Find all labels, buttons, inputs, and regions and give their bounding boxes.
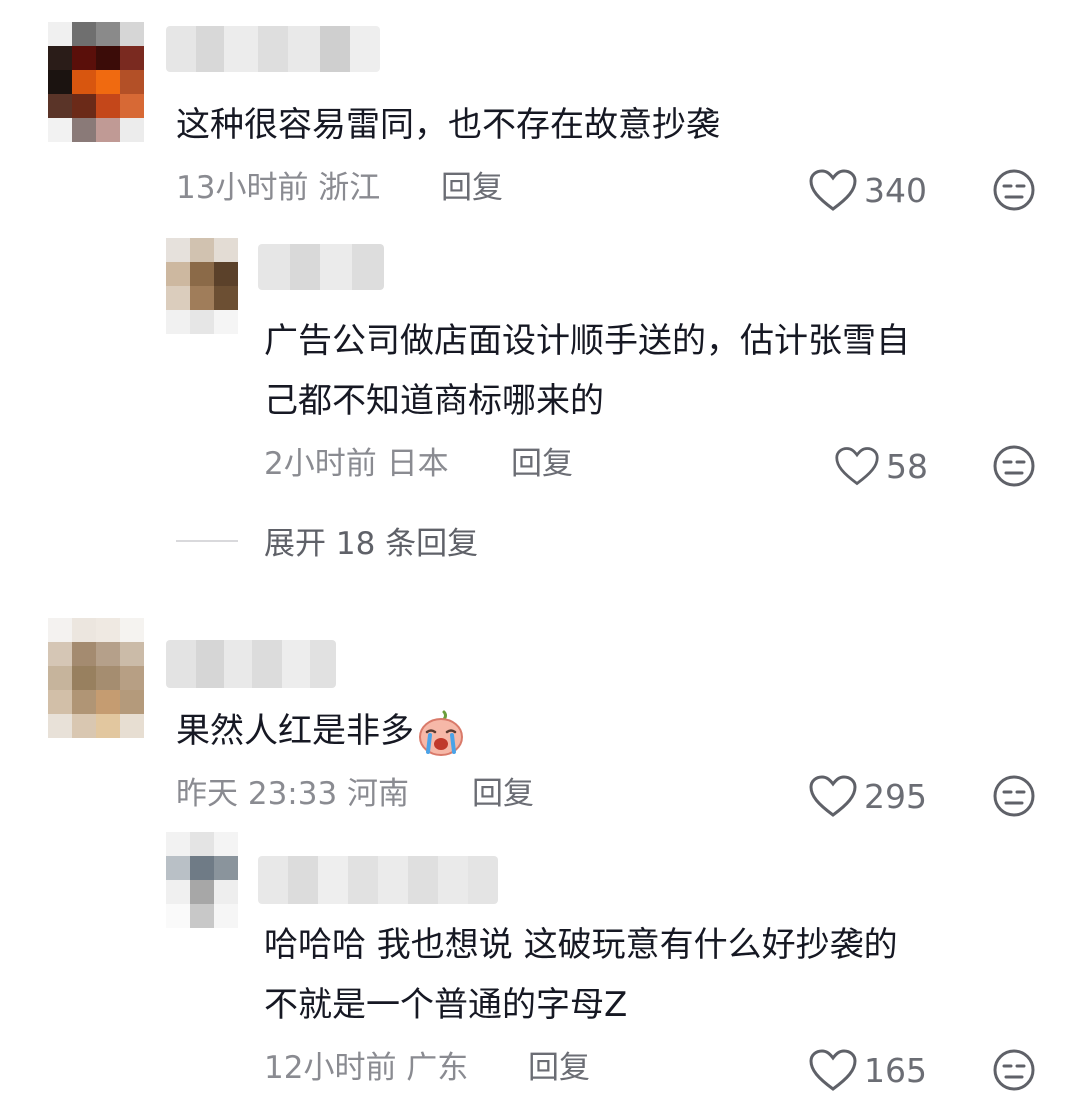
dislike-face-icon[interactable]	[992, 444, 1036, 488]
reply-text-line2: 己都不知道商标哪来的	[264, 381, 604, 421]
reply-username-blurred[interactable]	[258, 856, 498, 904]
divider	[176, 539, 238, 542]
username-blurred[interactable]	[166, 26, 380, 72]
heart-icon	[809, 169, 857, 211]
reply-button[interactable]: 回复	[472, 774, 534, 814]
expand-replies-label: 展开 18 条回复	[264, 526, 479, 562]
comment-meta: 昨天 23:33 河南	[176, 776, 410, 812]
avatar[interactable]	[48, 618, 144, 738]
reply-button[interactable]: 回复	[528, 1048, 590, 1088]
reply-meta: 2小时前 日本	[264, 446, 449, 482]
comment-text: 果然人红是非多	[176, 700, 466, 762]
comment-text: 这种很容易雷同，也不存在故意抄袭	[176, 105, 720, 145]
comment-text-content: 果然人红是非多	[176, 711, 414, 751]
like-count: 340	[864, 170, 927, 210]
reply-text-line2: 不就是一个普通的字母Z	[264, 985, 628, 1025]
heart-icon	[835, 447, 879, 486]
crying-emoji-icon	[419, 710, 463, 756]
username-blurred[interactable]	[166, 640, 336, 688]
dislike-face-icon[interactable]	[992, 168, 1036, 212]
avatar[interactable]	[48, 22, 144, 142]
reply-meta: 12小时前 广东	[264, 1050, 469, 1086]
like-button[interactable]: 340	[808, 168, 927, 212]
like-count: 58	[886, 446, 928, 486]
reply-username-blurred[interactable]	[258, 244, 384, 290]
heart-icon	[809, 1049, 857, 1091]
comment-meta: 13小时前 浙江	[176, 170, 381, 206]
reply-text-line1: 哈哈哈 我也想说 这破玩意有什么好抄袭的	[264, 925, 898, 965]
dislike-face-icon[interactable]	[992, 774, 1036, 818]
heart-icon	[809, 775, 857, 817]
like-count: 165	[864, 1050, 927, 1090]
reply-text-line1: 广告公司做店面设计顺手送的，估计张雪自	[264, 321, 910, 361]
reply-button[interactable]: 回复	[511, 444, 573, 484]
like-count: 295	[864, 776, 927, 816]
like-button[interactable]: 295	[808, 774, 927, 818]
reply-avatar[interactable]	[166, 238, 238, 334]
like-button[interactable]: 58	[834, 444, 928, 488]
reply-avatar[interactable]	[166, 832, 238, 928]
reply-button[interactable]: 回复	[441, 168, 503, 208]
like-button[interactable]: 165	[808, 1048, 927, 1092]
expand-replies-button[interactable]: 展开 18 条回复	[176, 518, 478, 563]
dislike-face-icon[interactable]	[992, 1048, 1036, 1092]
